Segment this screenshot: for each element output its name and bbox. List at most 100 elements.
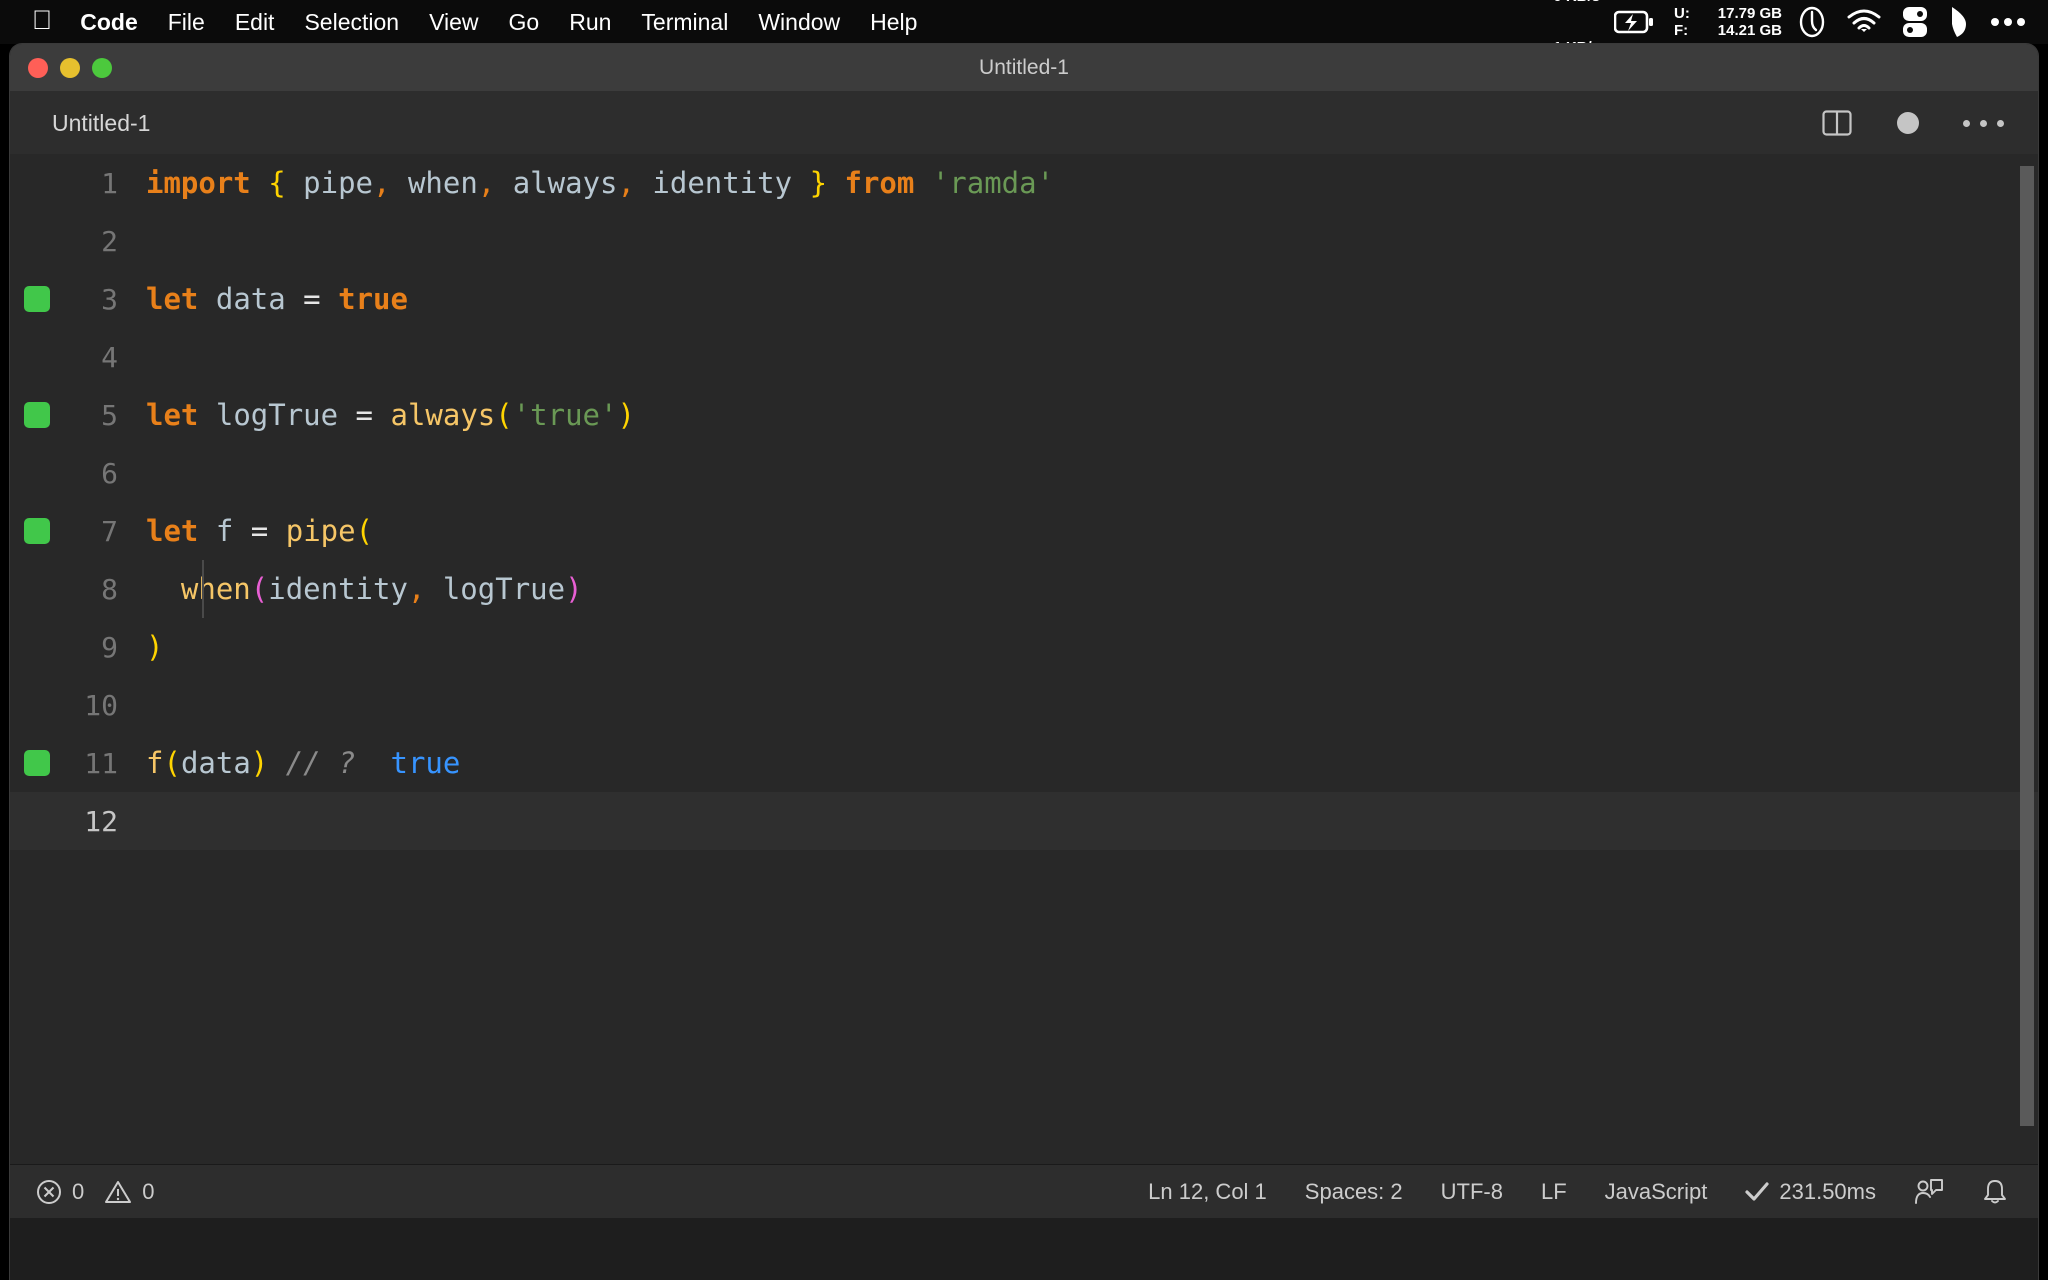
code-token: let <box>146 398 199 432</box>
more-actions-icon[interactable] <box>1963 119 2004 127</box>
line-content: f(data) // ? true <box>146 746 460 780</box>
memory-used-value: 17.79 GB <box>1717 5 1782 22</box>
line-number: 2 <box>101 224 118 258</box>
menu-item-view[interactable]: View <box>429 9 478 36</box>
memory-usage-indicator[interactable]: U: 17.79 GB F: 14.21 GB <box>1674 5 1782 39</box>
memory-used-label: U: <box>1674 5 1690 22</box>
bell-icon[interactable] <box>1982 1178 2008 1206</box>
indentation-status[interactable]: Spaces: 2 <box>1305 1179 1403 1205</box>
minimize-button[interactable] <box>60 58 80 78</box>
editor-line[interactable]: 3 let data = true <box>10 270 2038 328</box>
menu-item-edit[interactable]: Edit <box>235 9 275 36</box>
menu-item-run[interactable]: Run <box>569 9 611 36</box>
menu-item-window[interactable]: Window <box>758 9 840 36</box>
eol-status[interactable]: LF <box>1541 1179 1567 1205</box>
menu-item-help[interactable]: Help <box>870 9 917 36</box>
editor-line[interactable]: 9) <box>10 618 2038 676</box>
code-token: ) <box>617 398 635 432</box>
battery-charging-icon[interactable] <box>1614 10 1654 34</box>
quokka-runtime-status[interactable]: 231.50ms <box>1745 1179 1876 1205</box>
flag-icon[interactable] <box>1948 6 1970 38</box>
feedback-person-icon[interactable] <box>1914 1178 1944 1206</box>
quokka-live-marker-icon[interactable] <box>24 750 50 776</box>
menu-item-terminal[interactable]: Terminal <box>641 9 728 36</box>
close-button[interactable] <box>28 58 48 78</box>
cursor-position-status[interactable]: Ln 12, Col 1 <box>1148 1179 1267 1205</box>
code-token: , <box>617 166 635 200</box>
encoding-status[interactable]: UTF-8 <box>1441 1179 1503 1205</box>
editor-line[interactable]: 1 import { pipe, when, always, identity }… <box>10 154 2038 212</box>
vscode-window: Untitled-1 Untitled-1 1 import { pipe, wh… <box>10 44 2038 1280</box>
editor-line[interactable]: 5 let logTrue = always('true') <box>10 386 2038 444</box>
line-number: 9 <box>101 630 118 664</box>
quokka-live-marker-icon[interactable] <box>24 518 50 544</box>
editor-line[interactable]: 6 <box>10 444 2038 502</box>
warning-count: 0 <box>142 1178 155 1204</box>
status-bar: 0 0 Ln 12, Col 1 Spaces: 2 UTF-8 LF Java… <box>10 1164 2038 1218</box>
code-token: // ? <box>285 746 356 780</box>
quokka-live-marker-icon[interactable] <box>24 286 50 312</box>
maximize-button[interactable] <box>92 58 112 78</box>
editor-line[interactable]: 8 when(identity, logTrue) <box>10 560 2038 618</box>
code-editor[interactable]: 1 import { pipe, when, always, identity }… <box>10 154 2038 1164</box>
code-token: when <box>180 572 251 606</box>
editor-tab-untitled-1[interactable]: Untitled-1 <box>10 92 175 154</box>
code-token: identity <box>634 166 810 200</box>
code-token: ) <box>146 630 164 664</box>
editor-line[interactable]: 7 let f = pipe( <box>10 502 2038 560</box>
clock-icon[interactable] <box>1798 6 1826 38</box>
code-token: import <box>146 166 251 200</box>
language-mode-status[interactable]: JavaScript <box>1605 1179 1708 1205</box>
code-token: ) <box>250 746 269 780</box>
code-token: ( <box>250 572 269 606</box>
menu-item-selection[interactable]: Selection <box>304 9 399 36</box>
code-token: true <box>390 746 461 780</box>
line-content: let f = pipe( <box>146 514 373 548</box>
apple-logo-icon[interactable]:  <box>32 6 52 34</box>
active-line-highlight <box>200 792 2016 850</box>
code-token: ) <box>565 572 583 606</box>
editor-vertical-scrollbar[interactable] <box>2016 154 2038 1164</box>
line-number: 10 <box>84 688 118 722</box>
network-upload-speed: 0 KB/s <box>1553 0 1600 5</box>
more-icon[interactable] <box>1990 16 2026 28</box>
unsaved-dot-icon[interactable] <box>1897 112 1919 134</box>
line-content: when(identity, logTrue) <box>146 572 583 606</box>
menu-item-go[interactable]: Go <box>509 9 540 36</box>
line-number: 1 <box>101 166 118 200</box>
menu-item-file[interactable]: File <box>168 9 205 36</box>
menu-item-code[interactable]: Code <box>80 9 138 36</box>
code-token: } <box>809 166 828 200</box>
editor-line[interactable]: 12 <box>10 792 2038 850</box>
editor-line[interactable]: 4 <box>10 328 2038 386</box>
error-circle-icon <box>36 1179 62 1205</box>
editor-line[interactable]: 10 <box>10 676 2038 734</box>
code-token: when <box>390 166 478 200</box>
quokka-live-marker-icon[interactable] <box>24 402 50 428</box>
line-content: import { pipe, when, always, identity } … <box>146 166 1054 200</box>
editor-actions <box>1821 107 2038 139</box>
code-token: ( <box>495 398 513 432</box>
code-token: always <box>390 398 496 432</box>
line-content: let logTrue = always('true') <box>146 398 635 432</box>
battery-stack-icon[interactable] <box>1902 6 1928 38</box>
editor-line[interactable]: 11 f(data) // ? true <box>10 734 2038 792</box>
split-editor-icon[interactable] <box>1821 107 1853 139</box>
problems-status[interactable]: 0 0 <box>36 1179 155 1205</box>
code-token: pipe <box>303 166 374 200</box>
editor-line[interactable]: 2 <box>10 212 2038 270</box>
checkmark-icon <box>1745 1181 1769 1203</box>
code-token: logTrue <box>425 572 566 606</box>
indent-guide <box>202 560 204 618</box>
wifi-icon[interactable] <box>1846 8 1882 36</box>
code-token: , <box>407 572 426 606</box>
scrollbar-thumb[interactable] <box>2020 166 2034 1126</box>
code-token: let <box>146 282 199 316</box>
